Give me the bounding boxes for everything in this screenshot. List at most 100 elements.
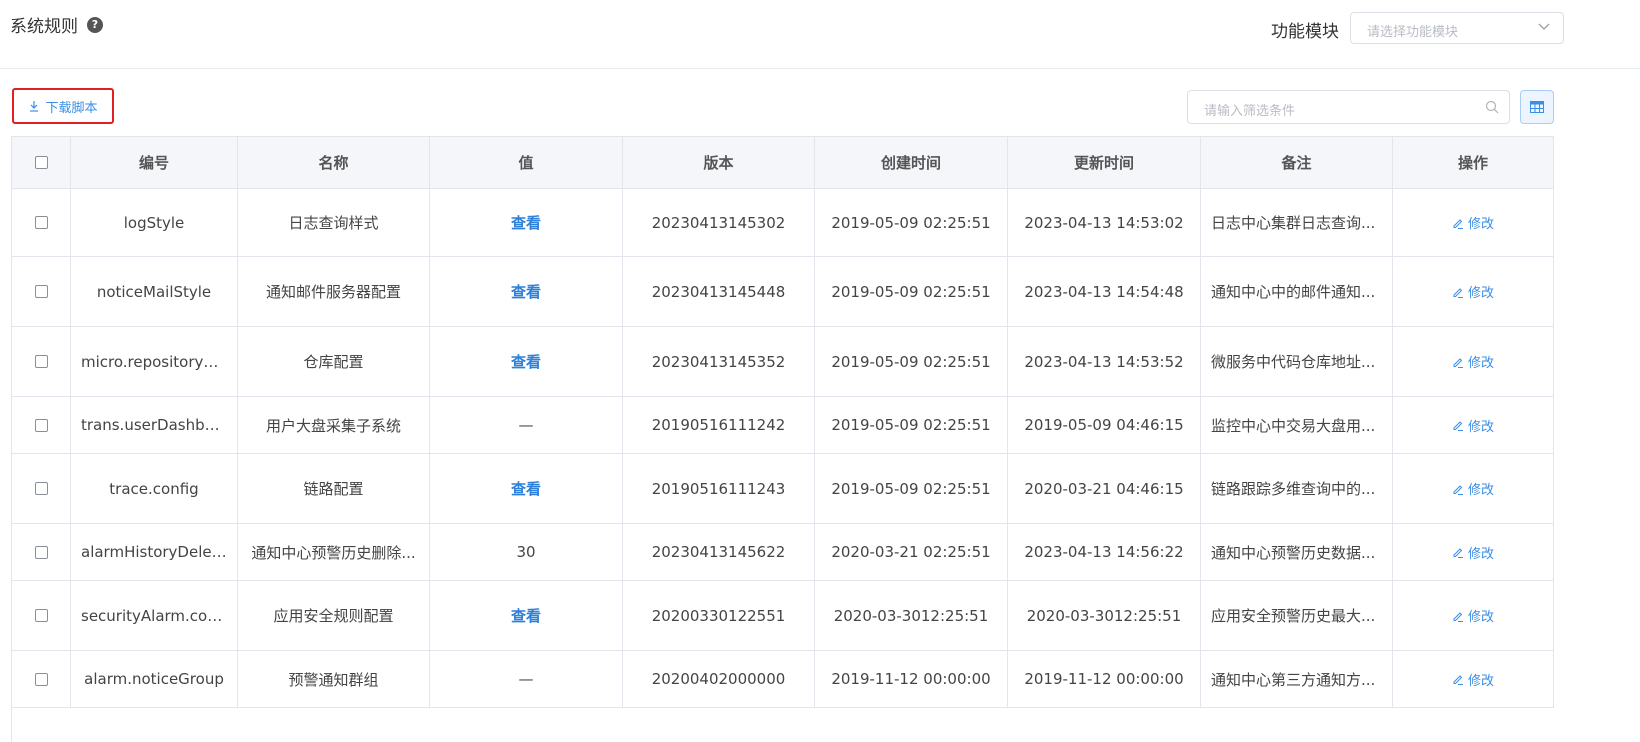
module-label: 功能模块	[1271, 22, 1339, 42]
row-select-cell	[12, 327, 71, 396]
row-checkbox[interactable]	[34, 216, 48, 229]
remark-text: 应用安全预警历史最大...	[1211, 607, 1376, 625]
rule-version: 20200330122551	[651, 606, 786, 625]
rule-name: 链路配置	[303, 480, 364, 498]
rule-version-cell: 20230413145302	[623, 189, 815, 256]
remark-cell: 应用安全预警历史最大...	[1201, 581, 1393, 650]
row-checkbox[interactable]	[34, 418, 48, 432]
column-header-label: 值	[518, 154, 534, 172]
rule-name-cell: 预警通知群组	[238, 651, 430, 707]
rule-version: 20230413145622	[651, 543, 786, 561]
created-time-cell: 2019-05-09 02:25:51	[815, 327, 1008, 396]
rule-id-cell: trace.config	[71, 454, 238, 523]
rules-table: 编号 名称 值 版本 创建时间 更新时间 备注 操作 logStyle 日志查询样…	[11, 136, 1554, 742]
rule-name: 用户大盘采集子系统	[265, 416, 401, 435]
table-grid-icon	[1530, 101, 1544, 113]
updated-time-cell: 2020-03-3012:25:51	[1008, 581, 1201, 650]
edit-label: 修改	[1467, 217, 1494, 232]
edit-button[interactable]: 修改	[1452, 543, 1494, 562]
module-select[interactable]: 请选择功能模块	[1350, 12, 1564, 44]
created-time: 2019-05-09 02:25:51	[831, 416, 991, 434]
view-value-link[interactable]: 查看	[501, 478, 551, 499]
column-header: 操作	[1393, 137, 1554, 188]
row-checkbox[interactable]	[34, 545, 48, 559]
row-select-cell	[12, 397, 71, 453]
column-header: 备注	[1201, 137, 1393, 188]
question-circle-icon[interactable]: ?	[87, 16, 103, 33]
table-row: micro.repositoryCo... 仓库配置 查看 2023041314535…	[12, 327, 1554, 397]
edit-button[interactable]: 修改	[1452, 213, 1494, 232]
updated-time-cell: 2019-05-09 04:46:15	[1008, 397, 1201, 453]
created-time: 2019-05-09 02:25:51	[831, 479, 991, 498]
row-checkbox[interactable]	[34, 609, 48, 622]
edit-button[interactable]: 修改	[1452, 479, 1494, 498]
row-checkbox[interactable]	[34, 355, 48, 368]
rule-value-cell: 查看	[430, 454, 623, 523]
rule-value-cell: 查看	[430, 581, 623, 650]
column-header-label: 版本	[703, 154, 734, 172]
updated-time-cell: 2020-03-21 04:46:15	[1008, 454, 1201, 523]
remark-text: 通知中心第三方通知方...	[1211, 670, 1376, 689]
table-row: alarmHistoryDelet... 通知中心预警历史删除... 30 20230…	[12, 524, 1554, 581]
remark-cell: 日志中心集群日志查询...	[1201, 189, 1393, 256]
edit-label: 修改	[1467, 673, 1494, 689]
row-checkbox[interactable]	[34, 482, 48, 495]
search-icon[interactable]	[1485, 100, 1499, 114]
column-header-label: 编号	[138, 154, 169, 172]
remark-cell: 微服务中代码仓库地址...	[1201, 327, 1393, 396]
select-all-checkbox[interactable]	[34, 156, 48, 169]
rule-version: 20190516111242	[651, 416, 786, 434]
rule-name-cell: 链路配置	[238, 454, 430, 523]
edit-pen-icon	[1453, 675, 1463, 685]
edit-label: 修改	[1467, 610, 1494, 625]
view-value-link[interactable]: 查看	[501, 351, 551, 372]
view-value-link[interactable]: 查看	[501, 281, 551, 302]
table-row: securityAlarm.config 应用安全规则配置 查看 2020033012…	[12, 581, 1554, 651]
top-bar: 系统规则 ? 功能模块 请选择功能模块	[0, 0, 1640, 69]
edit-pen-icon	[1453, 287, 1463, 298]
column-settings-button[interactable]	[1520, 90, 1554, 124]
rule-id-cell: alarmHistoryDelet...	[71, 524, 238, 580]
view-value-link[interactable]: 查看	[501, 212, 551, 233]
filter-input[interactable]: 请输入筛选条件	[1187, 90, 1510, 124]
edit-button[interactable]: 修改	[1452, 282, 1494, 301]
created-time-cell: 2019-05-09 02:25:51	[815, 257, 1008, 326]
column-header: 值	[430, 137, 623, 188]
remark-cell: 通知中心第三方通知方...	[1201, 651, 1393, 707]
rule-value-cell: 查看	[430, 189, 623, 256]
rule-id-cell: logStyle	[71, 189, 238, 256]
page-title: 系统规则	[10, 17, 78, 37]
column-header-label: 更新时间	[1073, 154, 1134, 172]
row-checkbox[interactable]	[34, 672, 48, 686]
column-header-label: 备注	[1281, 154, 1312, 172]
rule-id: micro.repositoryCo...	[81, 352, 237, 371]
remark-cell: 通知中心预警历史数据...	[1201, 524, 1393, 580]
edit-button[interactable]: 修改	[1452, 606, 1494, 625]
rule-version: 20230413145302	[651, 213, 786, 232]
column-header: 版本	[623, 137, 815, 188]
download-script-button[interactable]: 下载脚本	[12, 88, 114, 124]
edit-button[interactable]: 修改	[1452, 670, 1494, 689]
remark-cell: 通知中心中的邮件通知...	[1201, 257, 1393, 326]
updated-time-cell: 2023-04-13 14:56:22	[1008, 524, 1201, 580]
remark-cell: 链路跟踪多维查询中的...	[1201, 454, 1393, 523]
rule-value-cell: 30	[430, 524, 623, 580]
created-time-cell: 2019-05-09 02:25:51	[815, 397, 1008, 453]
column-header: 编号	[71, 137, 238, 188]
rule-name-cell: 通知邮件服务器配置	[238, 257, 430, 326]
view-value-link[interactable]: 查看	[501, 605, 551, 626]
edit-button[interactable]: 修改	[1452, 352, 1494, 371]
download-icon	[30, 101, 39, 112]
rule-version-cell: 20190516111243	[623, 454, 815, 523]
row-checkbox[interactable]	[34, 285, 48, 298]
edit-label: 修改	[1467, 286, 1494, 301]
download-script-label: 下载脚本	[45, 100, 98, 116]
remark-cell: 监控中心中交易大盘用...	[1201, 397, 1393, 453]
table-row: noticeMailStyle 通知邮件服务器配置 查看 20230413145448…	[12, 257, 1554, 327]
chevron-down-icon	[1538, 23, 1550, 30]
edit-button[interactable]: 修改	[1452, 416, 1494, 435]
page-title-group: 系统规则 ?	[10, 12, 103, 37]
rule-id: noticeMailStyle	[96, 282, 212, 301]
rule-name-cell: 应用安全规则配置	[238, 581, 430, 650]
updated-time: 2020-03-21 04:46:15	[1024, 479, 1184, 498]
